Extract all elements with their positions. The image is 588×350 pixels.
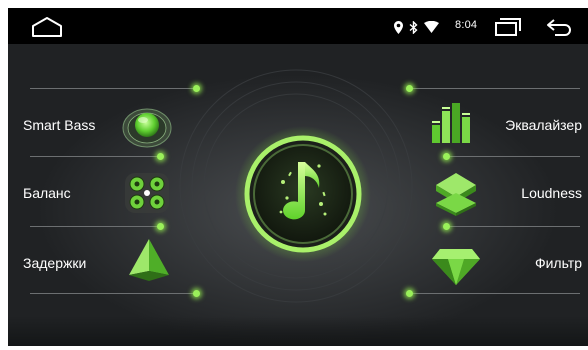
left-glow-dot-1 — [193, 85, 200, 92]
recents-button[interactable] — [492, 17, 522, 37]
back-arrow-icon — [547, 19, 571, 36]
equalizer-bars-icon — [432, 103, 470, 143]
right-glow-dot-4 — [406, 290, 413, 297]
right-separator-line-4 — [410, 293, 580, 294]
location-pin-icon — [394, 20, 403, 34]
status-bar: 8:04 — [8, 8, 588, 44]
menu-item-balance[interactable]: Баланс — [23, 171, 173, 215]
audio-settings-screen: 8:04 Smart Bass Баланс Задержки Эквалайз… — [8, 8, 588, 346]
music-main-button[interactable] — [235, 126, 371, 262]
recents-icon — [495, 18, 521, 36]
right-glow-dot-1 — [406, 85, 413, 92]
left-separator-line-4 — [30, 293, 198, 294]
loudness-layers-icon — [436, 173, 476, 216]
delay-pyramid-icon — [129, 239, 169, 281]
right-separator-line-1 — [410, 88, 580, 89]
smart-bass-icon — [122, 108, 172, 148]
menu-item-label: Smart Bass — [23, 117, 96, 133]
menu-item-label: Баланс — [23, 185, 71, 201]
menu-item-label: Loudness — [521, 185, 582, 201]
left-glow-dot-3 — [157, 223, 164, 230]
wifi-icon — [424, 21, 439, 33]
menu-item-label: Эквалайзер — [505, 117, 582, 133]
right-separator-line-2 — [448, 156, 580, 157]
left-separator-line-1 — [30, 88, 198, 89]
right-glow-dot-2 — [443, 153, 450, 160]
clock: 8:04 — [455, 19, 478, 31]
back-button[interactable] — [545, 18, 575, 36]
status-icons — [394, 18, 439, 36]
home-button[interactable] — [30, 15, 64, 39]
menu-item-delay[interactable]: Задержки — [23, 239, 173, 285]
filter-gem-icon — [432, 249, 480, 285]
menu-item-smart-bass[interactable]: Smart Bass — [23, 103, 173, 148]
left-glow-dot-2 — [157, 153, 164, 160]
menu-item-label: Фильтр — [534, 255, 582, 271]
music-button-graphic — [235, 126, 371, 262]
left-separator-line-3 — [30, 226, 162, 227]
left-glow-dot-4 — [193, 290, 200, 297]
bluetooth-icon — [409, 20, 418, 34]
menu-item-loudness[interactable]: Loudness — [426, 171, 582, 216]
left-separator-line-2 — [30, 156, 162, 157]
home-icon — [32, 17, 62, 37]
right-glow-dot-3 — [443, 223, 450, 230]
right-separator-line-3 — [448, 226, 580, 227]
menu-item-filter[interactable]: Фильтр — [426, 241, 582, 285]
balance-speakers-icon — [125, 173, 169, 213]
menu-item-label: Задержки — [23, 255, 87, 271]
menu-item-equalizer[interactable]: Эквалайзер — [426, 103, 582, 147]
